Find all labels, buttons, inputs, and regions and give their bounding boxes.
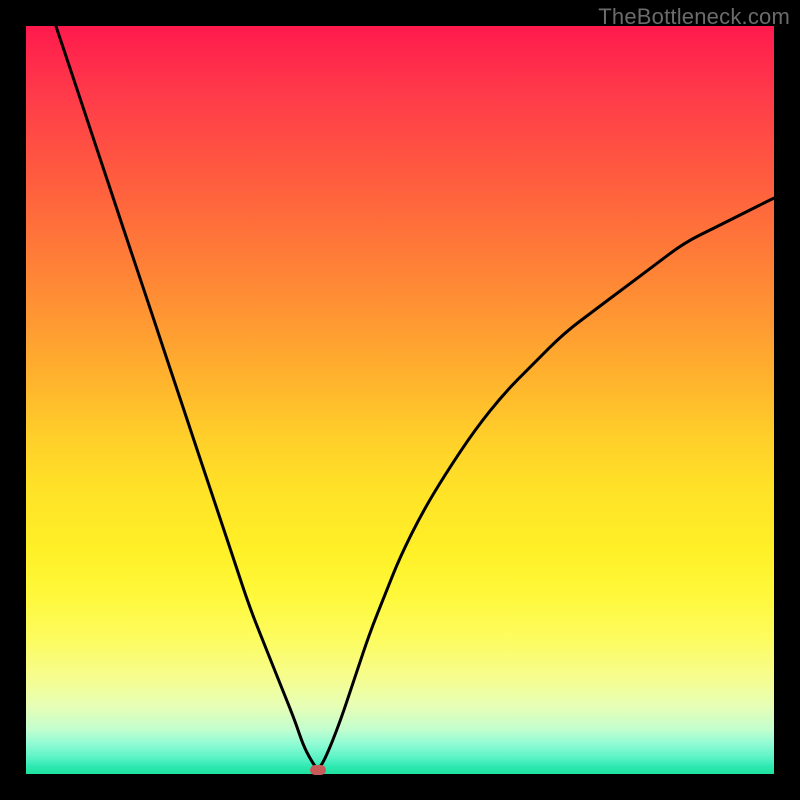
optimal-point-marker	[310, 765, 326, 775]
bottleneck-curve	[26, 26, 774, 774]
chart-plot-area	[26, 26, 774, 774]
curve-path	[56, 26, 774, 767]
